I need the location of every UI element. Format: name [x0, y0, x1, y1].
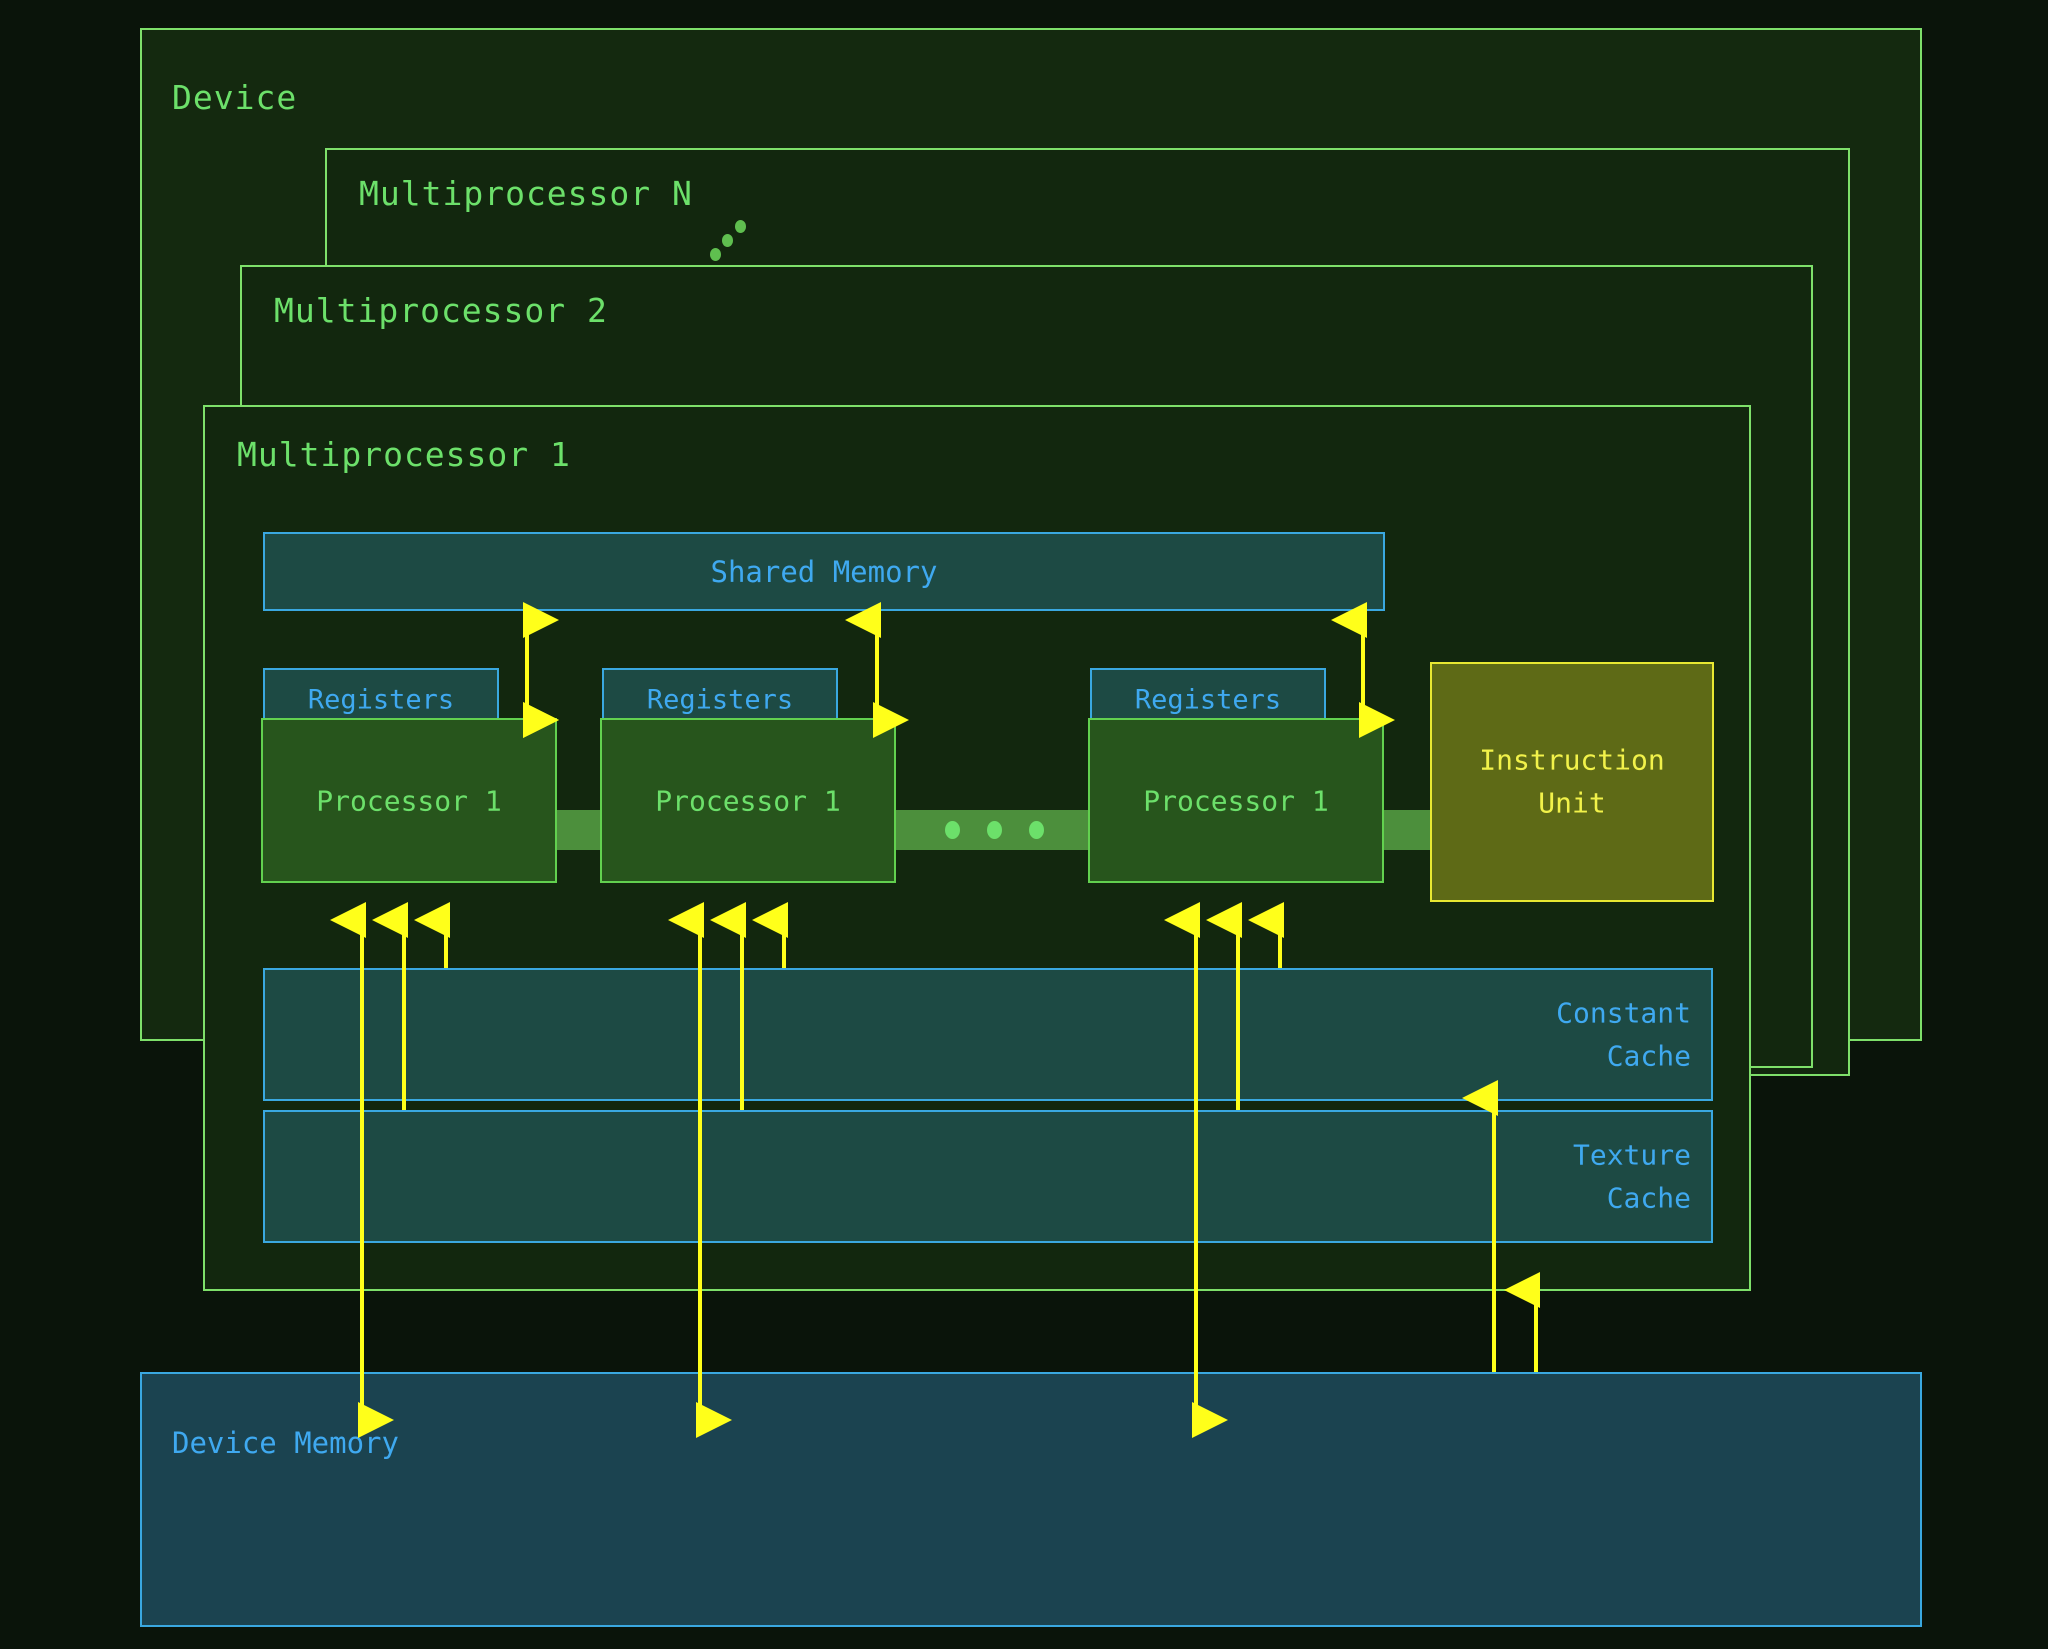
registers-label: Registers: [1134, 684, 1282, 716]
processor-box-3: Processor 1: [1088, 718, 1384, 883]
processor-label: Processor 1: [655, 784, 841, 817]
device-memory-box: Device Memory: [140, 1372, 1922, 1627]
processor-label: Processor 1: [1143, 784, 1329, 817]
texture-cache-line2: Cache: [1606, 1181, 1691, 1215]
constant-cache-box: Constant Cache: [263, 968, 1713, 1101]
processor-box-2: Processor 1: [600, 718, 896, 883]
processor-box-1: Processor 1: [261, 718, 557, 883]
multiprocessor-1-label: Multiprocessor 1: [237, 435, 571, 474]
multiprocessor-n-label: Multiprocessor N: [359, 174, 693, 213]
shared-memory-label: Shared Memory: [710, 554, 938, 589]
instruction-unit-label: Instruction Unit: [1432, 739, 1712, 826]
vertical-ellipsis-icon: [710, 218, 760, 264]
processor-connector-band: [1381, 810, 1431, 850]
constant-cache-line2: Cache: [1606, 1039, 1691, 1073]
constant-cache-line1: Constant: [1556, 996, 1691, 1030]
constant-cache-label: Constant Cache: [1556, 991, 1691, 1078]
registers-label: Registers: [646, 684, 794, 716]
instruction-unit-line2: Unit: [1538, 787, 1606, 820]
instruction-unit-line1: Instruction: [1479, 743, 1665, 777]
instruction-unit-box: Instruction Unit: [1430, 662, 1714, 902]
texture-cache-label: Texture Cache: [1573, 1133, 1691, 1220]
diagram-canvas: Device Multiprocessor N Multiprocessor 2…: [0, 0, 2048, 1649]
texture-cache-line1: Texture: [1572, 1138, 1691, 1172]
processor-label: Processor 1: [316, 784, 502, 817]
device-memory-label: Device Memory: [172, 1426, 399, 1460]
shared-memory-box: Shared Memory: [263, 532, 1385, 611]
texture-cache-box: Texture Cache: [263, 1110, 1713, 1243]
processor-ellipsis-icon: [945, 821, 1055, 839]
processor-connector-band: [553, 810, 603, 850]
registers-label: Registers: [307, 684, 455, 716]
device-label: Device: [172, 78, 298, 117]
multiprocessor-2-label: Multiprocessor 2: [274, 291, 608, 330]
